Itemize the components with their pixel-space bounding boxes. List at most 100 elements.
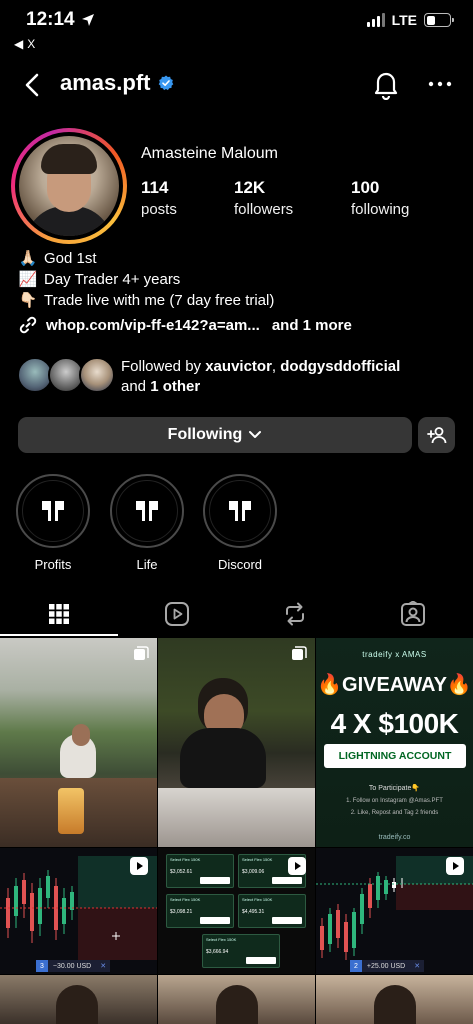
verified-badge-icon — [159, 75, 174, 91]
bio-link[interactable]: whop.com/vip-ff-e142?a=am... — [46, 317, 260, 334]
post-thumbnail[interactable] — [316, 975, 473, 1024]
payout-card-amount: $3,666.94 — [206, 949, 229, 955]
profile-nav-bar: amas.pft — [0, 60, 473, 110]
payout-card: Select Flex 150K $3,666.94 — [202, 934, 280, 968]
giveaway-participate: To Participate👇 — [368, 785, 421, 792]
trade-value: −30.00 USD — [47, 960, 97, 972]
following-button[interactable]: Following — [18, 417, 412, 453]
location-arrow-icon — [81, 14, 94, 26]
highlight-profits[interactable]: Profits — [16, 474, 90, 572]
payout-card: Select Flex 150K $3,052.61 — [166, 854, 234, 888]
post-thumbnail-reel[interactable]: 3 −30.00 USD ✕ — [0, 848, 157, 974]
payout-card: Select Flex 150K $4,495.31 — [238, 894, 306, 928]
pf-logo-icon — [42, 501, 64, 521]
following-button-label: Following — [167, 426, 243, 443]
post-thumbnail[interactable] — [0, 975, 157, 1024]
follower-avatar — [79, 357, 115, 393]
followed-by-row[interactable]: Followed by xauvictor, dodgysddofficial … — [17, 355, 457, 399]
followed-by-user[interactable]: xauvictor — [205, 358, 272, 375]
more-options-icon[interactable] — [427, 74, 453, 94]
back-icon[interactable] — [20, 70, 46, 100]
giveaway-pill: LIGHTNING ACCOUNT — [324, 744, 466, 768]
back-to-app[interactable]: ◀ X — [14, 37, 35, 51]
reel-icon — [446, 857, 464, 875]
stat-following-label: following — [351, 201, 410, 218]
tab-tagged[interactable] — [354, 592, 472, 636]
trade-close: ✕ — [410, 960, 425, 972]
profile-content-tabs — [0, 592, 473, 636]
highlight-life[interactable]: Life — [110, 474, 184, 572]
chart-increasing-icon: 📈 — [18, 271, 38, 288]
praying-hands-icon: 🙏🏻 — [18, 250, 38, 267]
tab-reels[interactable] — [118, 592, 236, 636]
post-thumbnail-reel[interactable]: Select Flex 150K $3,052.61 Select Flex 1… — [158, 848, 315, 974]
post-thumbnail-reel[interactable]: 2 +25.00 USD ✕ — [316, 848, 473, 974]
tab-posts-grid[interactable] — [0, 592, 118, 636]
followed-by-user[interactable]: dodgysddofficial — [280, 358, 400, 375]
profile-username-header: amas.pft — [60, 70, 174, 96]
post-thumbnail-giveaway[interactable]: tradeify x AMAS 🔥GIVEAWAY🔥 4 X $100K LIG… — [316, 638, 473, 847]
followed-by-and: and — [121, 378, 147, 395]
bio-line: 📈 Day Trader 4+ years — [18, 269, 274, 290]
followed-by-others[interactable]: 1 other — [150, 378, 200, 395]
post-thumbnail[interactable] — [158, 638, 315, 847]
reel-icon — [130, 857, 148, 875]
highlight-label: Life — [136, 557, 158, 572]
status-time-group: 12:14 — [26, 9, 95, 31]
bio-links[interactable]: whop.com/vip-ff-e142?a=am... and 1 more — [18, 315, 352, 335]
bio-text: Trade live with me (7 day free trial) — [44, 292, 275, 309]
pf-logo-icon — [136, 501, 158, 521]
tagged-icon — [401, 601, 425, 626]
reel-icon — [288, 857, 306, 875]
reposts-icon — [286, 602, 304, 626]
giveaway-step: 1. Follow on Instagram @Amas.PFT — [346, 798, 443, 804]
trade-number: 2 — [350, 960, 362, 972]
followed-by-separator: , — [271, 358, 277, 375]
payout-card-amount: $3,009.06 — [242, 869, 265, 875]
trade-badge: 3 −30.00 USD ✕ — [36, 960, 111, 972]
post-thumbnail[interactable] — [0, 638, 157, 847]
followed-by-text: Followed by xauvictor, dodgysddofficial … — [121, 357, 400, 397]
chevron-down-icon — [249, 431, 262, 438]
status-time: 12:14 — [26, 9, 75, 30]
trade-value: +25.00 USD — [361, 960, 411, 972]
giveaway-title: 🔥GIVEAWAY🔥 — [317, 674, 472, 696]
payout-card-amount: $3,052.61 — [170, 869, 193, 875]
stat-followers[interactable]: 12K followers — [234, 178, 293, 218]
post-thumbnail[interactable] — [158, 975, 315, 1024]
stat-posts-label: posts — [141, 201, 177, 218]
payout-card-title: Select Flex 150K — [170, 857, 201, 862]
trade-number: 3 — [36, 960, 48, 972]
stat-posts[interactable]: 114 posts — [141, 178, 177, 218]
stat-following-value: 100 — [351, 178, 380, 197]
tab-reposts[interactable] — [236, 592, 354, 636]
bio-link-more[interactable]: and 1 more — [272, 317, 352, 334]
network-type: LTE — [391, 12, 417, 28]
add-user-icon — [426, 427, 446, 444]
profile-avatar-story-ring[interactable] — [11, 128, 127, 244]
payout-card-amount: $4,495.31 — [242, 909, 265, 915]
battery-icon — [424, 13, 454, 27]
highlight-discord[interactable]: Discord — [203, 474, 277, 572]
bio-line: 🙏🏻 God 1st — [18, 248, 274, 269]
pointing-down-icon: 👇🏻 — [18, 292, 38, 309]
giveaway-site: tradeify.co — [378, 834, 411, 841]
payout-card-title: Select Flex 150K — [242, 857, 273, 862]
stat-followers-label: followers — [234, 201, 294, 218]
back-app-label: X — [27, 37, 36, 51]
stat-following[interactable]: 100 following — [351, 178, 409, 218]
stat-followers-value: 12K — [234, 178, 266, 197]
grid-icon — [49, 604, 69, 624]
suggested-users-button[interactable] — [418, 417, 455, 453]
followed-by-prefix: Followed by — [121, 358, 202, 375]
payout-card-title: Select Flex 150K — [242, 897, 273, 902]
payout-card-title: Select Flex 150K — [170, 897, 201, 902]
profile-bio: 🙏🏻 God 1st 📈 Day Trader 4+ years 👇🏻 Trad… — [18, 248, 275, 311]
carousel-icon — [292, 646, 307, 660]
stat-posts-value: 114 — [141, 178, 169, 197]
highlight-label: Profits — [34, 557, 72, 572]
notification-bell-icon[interactable] — [372, 68, 400, 100]
trade-close: ✕ — [96, 960, 111, 972]
carousel-icon — [134, 646, 149, 660]
back-app-caret-icon: ◀ — [14, 37, 24, 51]
